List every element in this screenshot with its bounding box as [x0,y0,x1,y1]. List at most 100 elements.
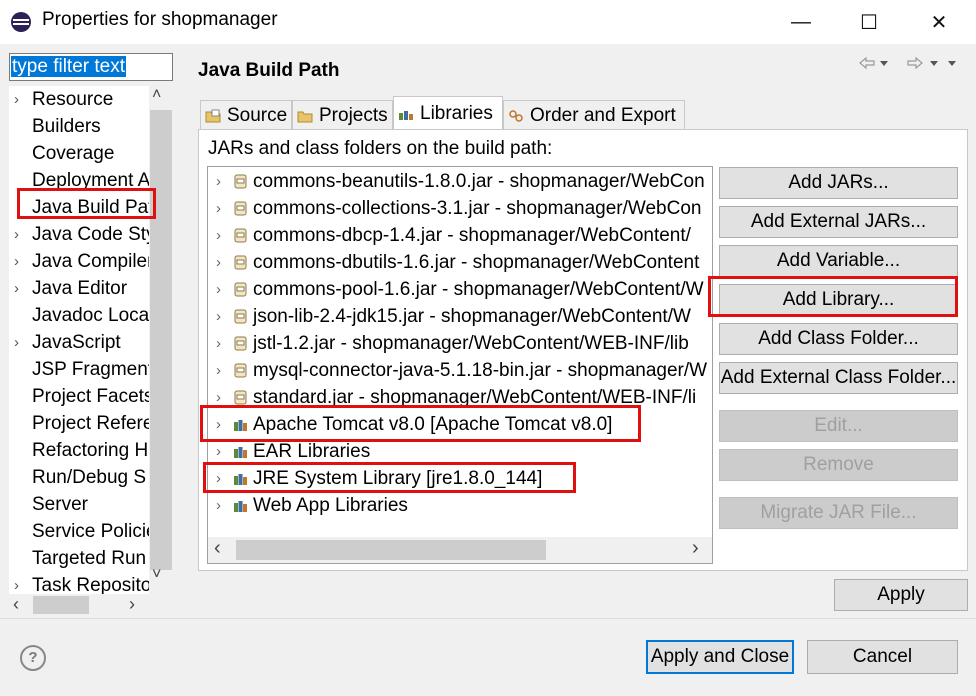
expand-arrow-icon[interactable]: › [216,438,221,465]
forward-dropdown-icon[interactable] [930,61,938,66]
jar-icon [234,201,247,216]
add-class-folder-button[interactable]: Add Class Folder... [719,323,958,355]
expand-arrow-icon[interactable]: › [216,492,221,519]
library-icon [234,501,247,512]
project-folder-icon [297,111,313,122]
expand-arrow-icon[interactable]: › [14,275,24,302]
scroll-left-icon[interactable]: ‹ [13,594,19,615]
tab-label: Order and Export [530,104,676,126]
scroll-up-icon[interactable]: ˄ [152,86,161,104]
highlight-add-library [708,276,958,317]
eclipse-logo-icon [11,12,31,32]
tree-item-label: Java Code Sty [32,224,156,245]
scroll-left-icon[interactable]: ‹ [214,537,221,560]
expand-arrow-icon[interactable]: › [216,330,221,357]
tree-item-label: Resource [32,89,114,110]
add-external-jars-button[interactable]: Add External JARs... [719,206,958,238]
jar-icon [234,228,247,243]
tree-item-label: Targeted Run [32,548,147,569]
close-button[interactable]: ✕ [916,0,962,44]
sidebar-hscroll-thumb[interactable] [33,596,89,614]
tree-item-label: Project Refere [32,413,154,434]
add-variable-button[interactable]: Add Variable... [719,245,958,277]
expand-arrow-icon[interactable]: › [14,221,24,248]
build-path-label: JARs and class folders on the build path… [208,138,553,159]
maximize-icon: ☐ [860,11,878,34]
tab-label: Source [227,104,288,126]
entry-label: commons-collections-3.1.jar - shopmanage… [253,198,702,219]
order-export-icon [509,109,523,122]
scroll-right-icon[interactable]: › [692,537,699,560]
build-path-entries-list[interactable]: › commons-beanutils-1.8.0.jar - shopmanag… [207,166,713,564]
jar-icon [234,174,247,189]
migrate-jar-button[interactable]: Migrate JAR File... [719,497,958,529]
minimize-icon: — [791,10,811,33]
tree-item-label: Coverage [32,143,115,164]
menu-dropdown-icon[interactable] [948,61,956,66]
cancel-button[interactable]: Cancel [807,640,958,674]
entry-label: commons-dbcp-1.4.jar - shopmanager/WebCo… [253,225,691,246]
add-external-class-folder-button[interactable]: Add External Class Folder... [719,362,958,394]
entry-label: json-lib-2.4-jdk15.jar - shopmanager/Web… [253,306,691,327]
help-icon[interactable]: ? [20,645,46,671]
libraries-icon [399,110,413,120]
expand-arrow-icon[interactable]: › [216,276,221,303]
tree-item-label: JavaScript [32,332,121,353]
expand-arrow-icon[interactable]: › [216,168,221,195]
tree-item-label: JSP Fragment [32,359,154,380]
highlight-apache-tomcat [200,405,641,442]
source-folder-icon [205,109,221,122]
tree-item-label: Java Editor [32,278,128,299]
highlight-jre-system-library [203,462,576,493]
tree-item-label: Java Compiler [32,251,154,272]
expand-arrow-icon[interactable]: › [14,248,24,275]
apply-button[interactable]: Apply [834,579,968,611]
divider [0,618,976,619]
tab-projects[interactable]: Projects [292,100,393,130]
back-dropdown-icon[interactable] [880,61,888,66]
entry-label: commons-pool-1.6.jar - shopmanager/WebCo… [253,279,704,300]
forward-icon[interactable] [907,56,923,70]
sidebar-scroll-thumb[interactable] [150,110,172,570]
expand-arrow-icon[interactable]: › [216,195,221,222]
add-jars-button[interactable]: Add JARs... [719,167,958,199]
library-icon [234,447,247,458]
jar-icon [234,309,247,324]
tab-source[interactable]: Source [200,100,292,130]
jar-icon [234,255,247,270]
jar-icon [234,282,247,297]
maximize-button[interactable]: ☐ [846,0,892,44]
edit-button[interactable]: Edit... [719,410,958,442]
entry-label: jstl-1.2.jar - shopmanager/WebContent/WE… [253,333,689,354]
apply-and-close-button[interactable]: Apply and Close [646,640,794,674]
entry-label: commons-beanutils-1.8.0.jar - shopmanage… [253,171,705,192]
highlight-java-build-path [17,188,156,219]
minimize-button[interactable]: — [778,0,824,44]
back-icon[interactable] [859,56,875,70]
entry-label: Web App Libraries [253,495,408,516]
tab-order-and-export[interactable]: Order and Export [503,100,685,130]
tab-libraries[interactable]: Libraries [393,96,503,130]
filter-text: type filter text [11,56,126,77]
scroll-down-icon[interactable]: ˅ [152,566,161,584]
jar-icon [234,336,247,351]
tree-item-label: Service Policie [32,521,157,542]
history-nav [859,56,956,70]
tree-item-label: Server [32,494,88,515]
tree-item-label: Javadoc Locat [32,305,155,326]
entries-hscroll-thumb[interactable] [236,540,546,560]
expand-arrow-icon[interactable]: › [216,222,221,249]
expand-arrow-icon[interactable]: › [14,86,24,113]
tree-item-label: Builders [32,116,101,137]
tab-label: Projects [319,104,388,126]
expand-arrow-icon[interactable]: › [14,329,24,356]
entry-label: mysql-connector-java-5.1.18-bin.jar - sh… [253,360,708,381]
remove-button[interactable]: Remove [719,449,958,481]
window-title: Properties for shopmanager [42,9,278,30]
tab-label: Libraries [420,102,493,124]
expand-arrow-icon[interactable]: › [216,303,221,330]
entry-label: EAR Libraries [253,441,371,462]
expand-arrow-icon[interactable]: › [216,249,221,276]
scroll-right-icon[interactable]: › [129,594,135,615]
expand-arrow-icon[interactable]: › [216,357,221,384]
